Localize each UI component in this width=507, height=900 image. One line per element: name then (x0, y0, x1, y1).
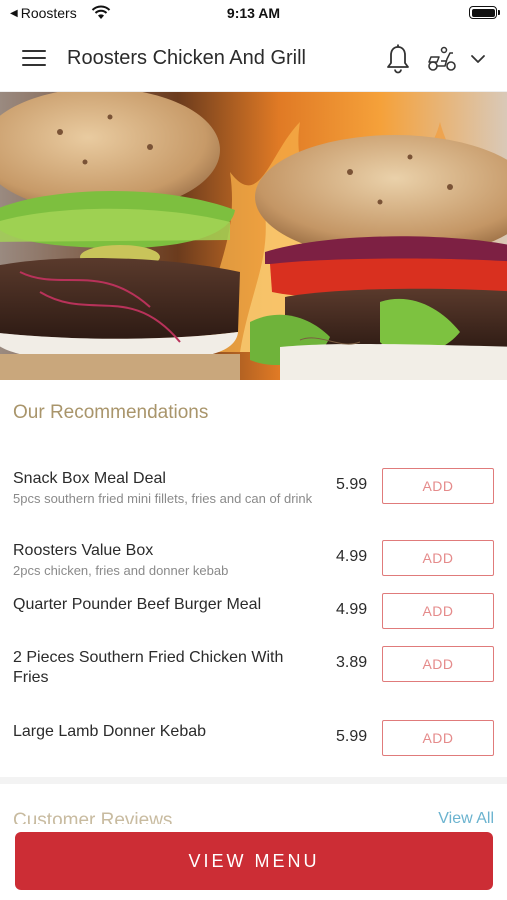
item-name: Roosters Value Box (13, 542, 154, 559)
add-button[interactable]: ADD (382, 468, 494, 504)
hero-burger-image (0, 92, 507, 380)
item-price: 3.89 (336, 654, 368, 671)
bell-icon[interactable] (385, 44, 411, 74)
recommendations-heading: Our Recommendations (13, 402, 209, 423)
item-name: Quarter Pounder Beef Burger Meal (13, 596, 262, 613)
chevron-down-icon[interactable] (470, 51, 486, 67)
item-description: 2pcs chicken, fries and donner kebab (13, 563, 229, 578)
restaurant-title: Roosters Chicken And Grill (67, 47, 306, 69)
app-header: Roosters Chicken And Grill (0, 28, 507, 92)
delivery-scooter-icon[interactable] (427, 45, 457, 73)
view-menu-button[interactable]: VIEW MENU (15, 832, 493, 890)
item-name: Snack Box Meal Deal (13, 470, 166, 487)
add-button[interactable]: ADD (382, 540, 494, 576)
item-price: 5.99 (336, 728, 368, 745)
item-price: 4.99 (336, 548, 368, 565)
item-price: 4.99 (336, 601, 368, 618)
item-description: 5pcs southern fried mini fillets, fries … (13, 491, 313, 506)
item-name: Large Lamb Donner Kebab (13, 723, 207, 740)
status-bar: ◀ Roosters 9:13 AM (0, 0, 507, 28)
item-name: 2 Pieces Southern Fried Chicken With Fri… (13, 649, 284, 686)
section-divider (0, 777, 507, 784)
add-button[interactable]: ADD (382, 593, 494, 629)
hamburger-menu-icon[interactable] (22, 50, 46, 68)
add-button[interactable]: ADD (382, 720, 494, 756)
battery-icon (469, 6, 500, 19)
item-price: 5.99 (336, 476, 368, 493)
add-button[interactable]: ADD (382, 646, 494, 682)
status-time: 9:13 AM (226, 5, 281, 21)
